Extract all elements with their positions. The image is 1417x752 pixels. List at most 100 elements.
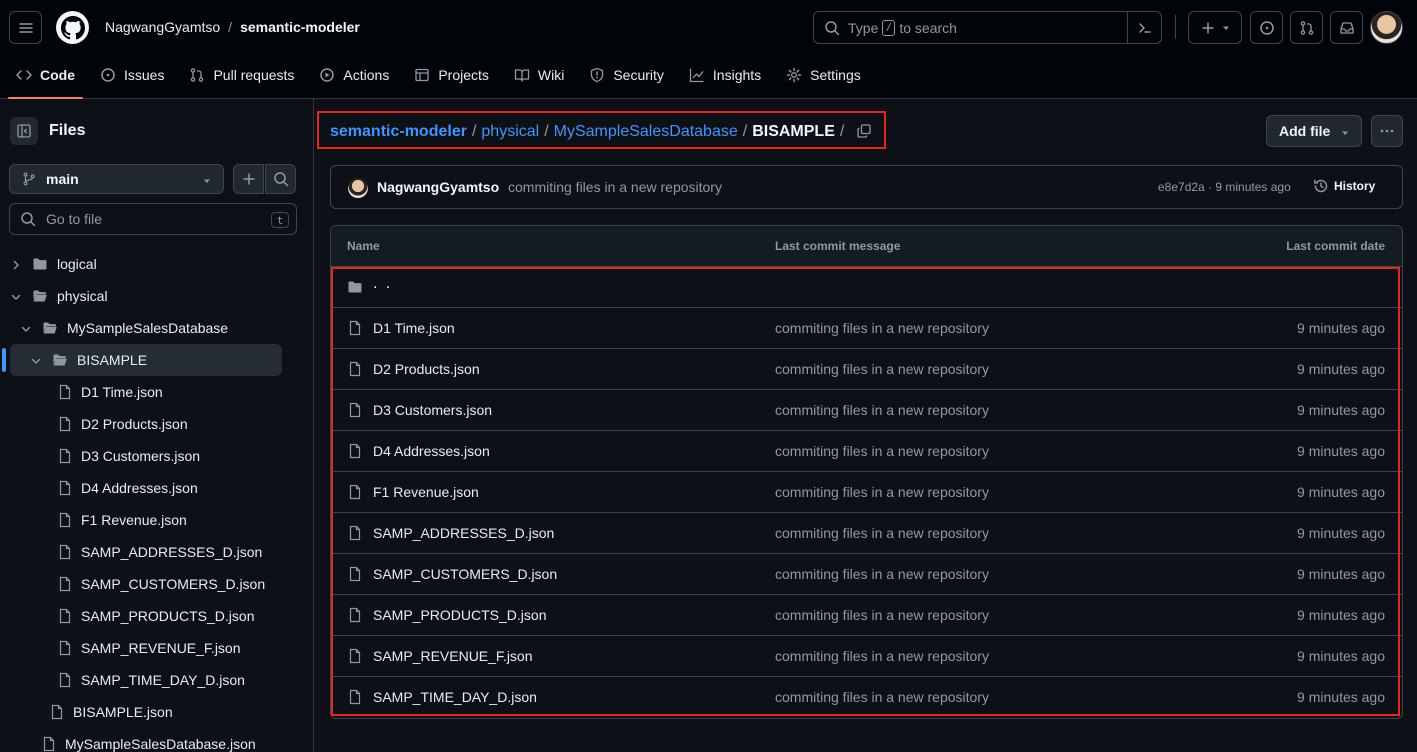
- tree-file[interactable]: SAMP_REVENUE_F.json: [0, 632, 313, 664]
- file-tree: logical physical MySampleSalesDatabase BISA…: [0, 248, 313, 752]
- repo-link[interactable]: semantic-modeler: [240, 19, 360, 35]
- command-palette-button[interactable]: [1127, 11, 1161, 44]
- owner-link[interactable]: NagwangGyamtso: [105, 19, 220, 35]
- tree-label: BISAMPLE.json: [73, 704, 173, 720]
- commit-message[interactable]: commiting files in a new repository: [508, 179, 722, 195]
- tab-insights[interactable]: Insights: [681, 55, 769, 95]
- tree-file[interactable]: D3 Customers.json: [0, 440, 313, 472]
- add-file-label: Add file: [1279, 123, 1331, 139]
- chevron-right-icon[interactable]: [10, 258, 22, 274]
- folder-open-icon: [42, 320, 58, 339]
- tree-file[interactable]: MySampleSalesDatabase.json: [0, 728, 313, 752]
- kebab-horizontal-icon: [1380, 129, 1394, 133]
- pull-requests-button[interactable]: [1290, 11, 1323, 44]
- tree-file[interactable]: D4 Addresses.json: [0, 472, 313, 504]
- add-file-button[interactable]: Add file: [1266, 115, 1362, 147]
- menu-button[interactable]: [9, 11, 42, 44]
- tree-label: D3 Customers.json: [81, 448, 201, 464]
- file-icon: [57, 544, 73, 563]
- github-logo-icon[interactable]: [56, 11, 89, 44]
- folder-icon: [32, 256, 48, 275]
- tab-issues[interactable]: Issues: [92, 55, 172, 95]
- search-icon: [273, 172, 288, 187]
- create-new-button[interactable]: [1188, 11, 1242, 44]
- tab-pull-requests[interactable]: Pull requests: [181, 55, 302, 95]
- pull-request-icon: [1300, 20, 1313, 35]
- tab-label: Code: [40, 67, 75, 83]
- tab-security[interactable]: Security: [581, 55, 672, 95]
- tree-label: SAMP_ADDRESSES_D.json: [81, 544, 263, 560]
- tab-label: Settings: [810, 67, 861, 83]
- branch-icon: [23, 172, 35, 186]
- play-icon: [320, 68, 335, 82]
- sidebar-title: Files: [49, 122, 86, 139]
- tab-label: Issues: [124, 67, 165, 83]
- tab-settings[interactable]: Settings: [778, 55, 869, 95]
- chevron-down-icon[interactable]: [20, 322, 32, 338]
- tree-label: MySampleSalesDatabase.json: [65, 736, 256, 752]
- column-last-commit-date: Last commit date: [1286, 239, 1385, 253]
- more-options-button[interactable]: [1371, 115, 1403, 147]
- tree-label: D1 Time.json: [81, 384, 163, 400]
- highlight-box-path: [317, 111, 886, 149]
- tree-file[interactable]: D1 Time.json: [0, 376, 313, 408]
- tree-file[interactable]: BISAMPLE.json: [0, 696, 313, 728]
- chevron-down-icon[interactable]: [10, 290, 22, 306]
- inbox-button[interactable]: [1330, 11, 1363, 44]
- branch-selector[interactable]: main: [9, 164, 224, 194]
- history-button[interactable]: History: [1313, 178, 1375, 194]
- tree-folder[interactable]: logical: [0, 248, 313, 280]
- tree-label: physical: [57, 288, 108, 304]
- file-icon: [57, 480, 73, 499]
- commit-author[interactable]: NagwangGyamtso: [377, 179, 499, 195]
- commit-sha-time[interactable]: e8e7d2a · 9 minutes ago: [1158, 180, 1291, 194]
- tree-file[interactable]: SAMP_CUSTOMERS_D.json: [0, 568, 313, 600]
- column-last-commit-message: Last commit message: [775, 239, 901, 253]
- file-tree-sidebar: Files main Go to file t logical physical M…: [0, 99, 314, 752]
- history-icon: [1314, 179, 1328, 193]
- tab-actions[interactable]: Actions: [311, 55, 397, 95]
- tree-folder[interactable]: MySampleSalesDatabase: [0, 312, 313, 344]
- tree-file[interactable]: SAMP_TIME_DAY_D.json: [0, 664, 313, 696]
- table-icon: [415, 68, 429, 82]
- tree-file[interactable]: SAMP_PRODUCTS_D.json: [0, 600, 313, 632]
- tree-file[interactable]: SAMP_ADDRESSES_D.json: [0, 536, 313, 568]
- tree-label: SAMP_TIME_DAY_D.json: [81, 672, 245, 688]
- tab-projects[interactable]: Projects: [406, 55, 497, 95]
- plus-icon: [1202, 21, 1214, 34]
- collapse-sidebar-button[interactable]: [10, 117, 38, 145]
- header-divider: [1175, 15, 1176, 39]
- search-input[interactable]: Type / to search: [813, 11, 1162, 44]
- plus-icon: [242, 173, 255, 185]
- branch-name: main: [46, 171, 79, 187]
- chevron-down-icon[interactable]: [30, 354, 42, 370]
- tree-folder[interactable]: physical: [0, 280, 313, 312]
- tab-code[interactable]: Code: [8, 55, 83, 99]
- search-icon: [21, 212, 36, 227]
- highlight-box-files: [331, 267, 1400, 716]
- search-files-button[interactable]: [265, 164, 296, 194]
- folder-open-icon: [52, 352, 68, 371]
- commit-author-avatar[interactable]: [348, 178, 368, 198]
- tree-label: SAMP_REVENUE_F.json: [81, 640, 241, 656]
- tree-folder[interactable]: BISAMPLE: [0, 344, 313, 376]
- user-avatar[interactable]: [1370, 11, 1403, 44]
- file-icon: [57, 448, 73, 467]
- tab-wiki[interactable]: Wiki: [506, 55, 572, 95]
- repo-nav-tabs: Code Issues Pull requests Actions Projects Wi…: [8, 55, 878, 99]
- repo-breadcrumb: NagwangGyamtso / semantic-modeler: [105, 17, 360, 37]
- file-icon: [57, 608, 73, 627]
- tab-label: Projects: [438, 67, 489, 83]
- go-to-file-input[interactable]: Go to file t: [9, 203, 297, 235]
- folder-open-icon: [32, 288, 48, 307]
- tree-label: D2 Products.json: [81, 416, 188, 432]
- file-icon: [57, 384, 73, 403]
- file-table-header: Name Last commit message Last commit dat…: [331, 226, 1402, 267]
- issue-icon: [101, 68, 115, 82]
- issues-button[interactable]: [1250, 11, 1283, 44]
- graph-icon: [689, 68, 704, 83]
- tree-file[interactable]: D2 Products.json: [0, 408, 313, 440]
- pull-request-icon: [191, 68, 204, 82]
- tree-file[interactable]: F1 Revenue.json: [0, 504, 313, 536]
- add-file-sidebar-button[interactable]: [233, 164, 264, 194]
